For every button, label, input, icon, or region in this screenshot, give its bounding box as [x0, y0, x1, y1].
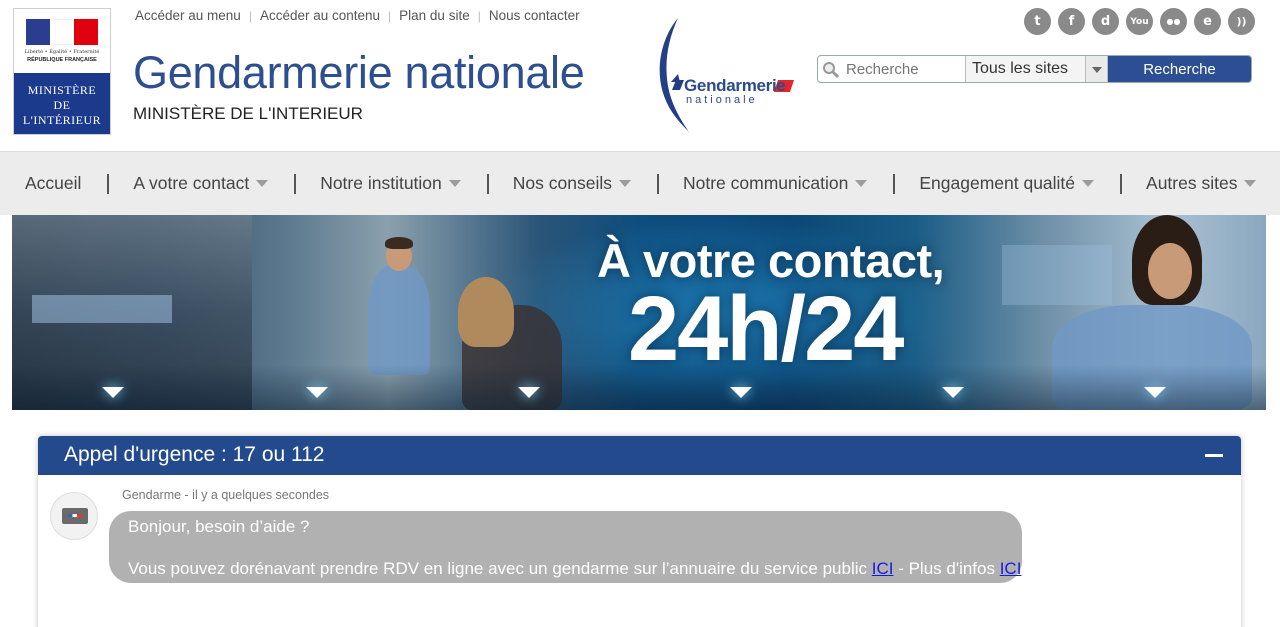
- nav-divider: [486, 173, 489, 194]
- caret-down-icon: [619, 180, 631, 187]
- chat-header[interactable]: Appel d'urgence : 17 ou 112: [38, 436, 1241, 475]
- nav-item-notre-institution[interactable]: Notre institution: [320, 173, 461, 194]
- link-contact[interactable]: Nous contacter: [489, 8, 580, 23]
- youtube-icon[interactable]: You: [1126, 8, 1153, 35]
- banner-hours: 24h/24: [628, 278, 904, 380]
- banner-marker-icon: [102, 387, 124, 398]
- facebook-icon[interactable]: f: [1058, 8, 1085, 35]
- site-subtitle: MINISTÈRE DE L'INTERIEUR: [133, 104, 363, 123]
- separator: |: [248, 8, 252, 23]
- search-field: [818, 56, 966, 82]
- search-bar: Tous les sites Recherche: [817, 55, 1252, 83]
- nav-item-autres-sites[interactable]: Autres sites: [1146, 173, 1257, 194]
- search-input[interactable]: [846, 56, 964, 82]
- nav-divider: [893, 173, 896, 194]
- marianne-flag: Liberté • Égalité • Fraternité RÉPUBLIQU…: [14, 9, 110, 73]
- search-scope-value: Tous les sites: [972, 60, 1069, 77]
- nav-item-label: A votre contact: [133, 173, 250, 193]
- emblem-ministry: MINISTÈRE DE L'INTÉRIEUR: [14, 73, 110, 134]
- chat-message-greeting: Bonjour, besoin d’aide ?: [128, 517, 310, 536]
- banner-marker-icon: [730, 387, 752, 398]
- emblem-ministry-line: MINISTÈRE: [27, 83, 97, 97]
- avatar: [50, 492, 98, 540]
- nav-divider: [294, 173, 297, 194]
- separator: |: [477, 8, 481, 23]
- chat-message-info: Vous pouvez dorénavant prendre RDV en li…: [128, 559, 1021, 579]
- nav-item-label: Autres sites: [1146, 173, 1238, 193]
- banner-person-hair: [458, 277, 514, 347]
- nav-item-accueil[interactable]: Accueil: [25, 173, 81, 194]
- banner-marker-icon: [306, 387, 328, 398]
- access-links: Accéder au menu | Accéder au contenu | P…: [135, 8, 580, 23]
- separator: |: [388, 8, 392, 23]
- caret-down-icon: [1244, 180, 1257, 187]
- link-skip-to-content[interactable]: Accéder au contenu: [260, 8, 380, 23]
- emblem-motto: Liberté • Égalité • Fraternité: [24, 49, 100, 55]
- minimize-icon[interactable]: [1205, 454, 1223, 457]
- site-title[interactable]: Gendarmerie nationale: [133, 47, 585, 99]
- banner-person-hair: [385, 237, 413, 249]
- nav-divider: [1120, 173, 1123, 194]
- twitter-icon[interactable]: t: [1024, 8, 1051, 35]
- chat-message-text: - Plus d'infos: [893, 559, 1000, 578]
- banner-monitors: [1002, 245, 1112, 305]
- banner-person: [368, 265, 430, 375]
- logo-text-gendarmerie: Gendarmerie: [684, 76, 786, 95]
- chat-message-bubble: Bonjour, besoin d’aide ? Vous pouvez dor…: [109, 511, 1022, 583]
- flag-icon: [26, 19, 98, 45]
- search-icon: [823, 62, 840, 79]
- banner-marker-icon: [942, 387, 964, 398]
- search-button[interactable]: Recherche: [1108, 56, 1251, 82]
- banner-person-head: [1148, 243, 1192, 299]
- rdv-link[interactable]: ICI: [872, 559, 894, 578]
- chevron-down-icon[interactable]: [1085, 56, 1107, 82]
- emblem-republic: RÉPUBLIQUE FRANÇAISE: [27, 57, 97, 63]
- hero-banner[interactable]: À votre contact, 24h/24: [12, 215, 1266, 410]
- emblem-ministry-line: L'INTÉRIEUR: [22, 113, 102, 127]
- nav-item-label: Nos conseils: [512, 173, 612, 193]
- nav-item-label: Engagement qualité: [919, 173, 1076, 193]
- caret-down-icon: [448, 180, 461, 187]
- nav-item-label: Notre communication: [683, 173, 849, 193]
- nav-item-nos-conseils[interactable]: Nos conseils: [513, 173, 631, 194]
- page: Liberté • Égalité • Fraternité RÉPUBLIQU…: [0, 0, 1280, 627]
- dailymotion-icon[interactable]: d: [1092, 8, 1119, 35]
- nav-item-notre-communication[interactable]: Notre communication: [683, 173, 868, 194]
- social-links: t f d You ●● e )): [1024, 8, 1262, 35]
- gendarme-avatar-icon: [62, 508, 88, 524]
- nav-item-engagement-qualite[interactable]: Engagement qualité: [919, 173, 1095, 194]
- caret-down-icon: [256, 180, 269, 187]
- link-sitemap[interactable]: Plan du site: [399, 8, 470, 23]
- nav-divider: [657, 173, 659, 194]
- link-skip-to-menu[interactable]: Accéder au menu: [135, 8, 241, 23]
- banner-marker-icon: [1144, 387, 1166, 398]
- chat-title: Appel d'urgence : 17 ou 112: [64, 443, 325, 466]
- main-nav: Accueil A votre contact Notre institutio…: [0, 151, 1280, 215]
- more-info-link[interactable]: ICI: [1000, 559, 1022, 578]
- ministry-emblem[interactable]: Liberté • Égalité • Fraternité RÉPUBLIQU…: [13, 8, 111, 135]
- flickr-icon[interactable]: ●●: [1160, 8, 1187, 35]
- scoopit-icon[interactable]: e: [1194, 8, 1221, 35]
- caret-down-icon: [1082, 180, 1095, 187]
- nav-item-a-votre-contact[interactable]: A votre contact: [133, 173, 269, 194]
- banner-marker-icon: [518, 387, 540, 398]
- emblem-ministry-line: DE: [53, 98, 71, 112]
- logo-text-nationale: nationale: [686, 94, 758, 106]
- gendarmerie-logo[interactable]: Gendarmerie nationale: [650, 12, 800, 140]
- nav-item-label: Accueil: [25, 173, 82, 193]
- nav-divider: [107, 173, 110, 194]
- nav-item-label: Notre institution: [320, 173, 442, 193]
- chat-sender-meta: Gendarme - il y a quelques secondes: [122, 488, 330, 502]
- chat-message-text: Vous pouvez dorénavant prendre RDV en li…: [128, 559, 872, 578]
- emergency-chat: Appel d'urgence : 17 ou 112 Gendarme - i…: [38, 436, 1241, 627]
- rss-icon[interactable]: )): [1228, 8, 1255, 35]
- caret-down-icon: [855, 180, 868, 187]
- banner-monitors: [32, 295, 172, 323]
- search-scope-select[interactable]: Tous les sites: [966, 56, 1108, 82]
